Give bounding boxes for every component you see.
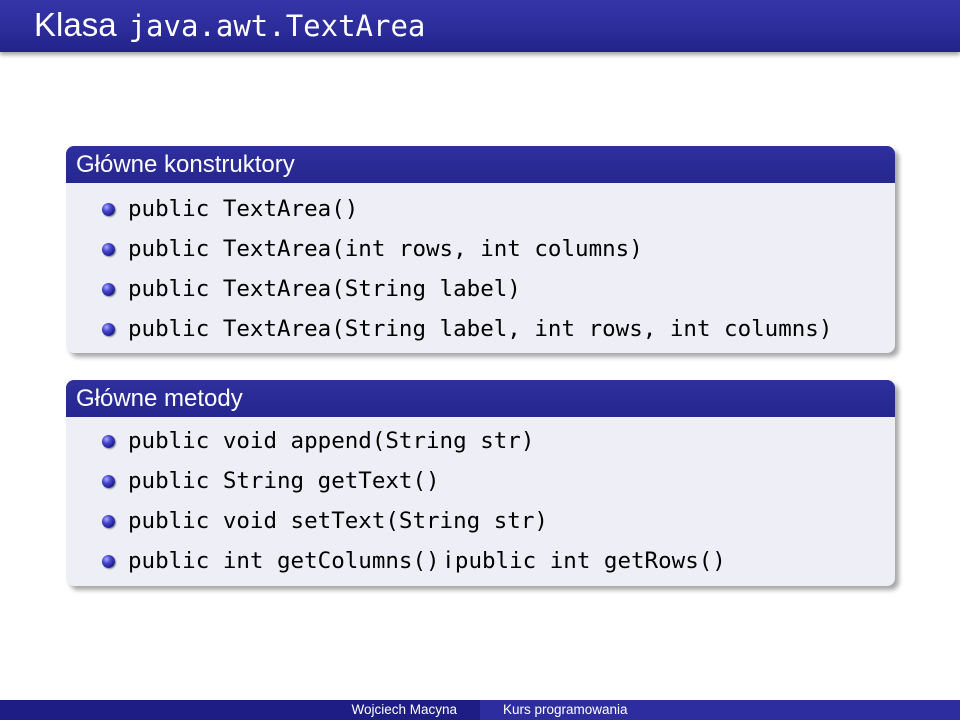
methods-header: Główne metody	[66, 380, 895, 417]
constructor-signature: public TextArea(String label, int rows, …	[128, 316, 833, 342]
list-item: public TextArea(String label, int rows, …	[66, 309, 895, 349]
title-class-name: java.awt.TextArea	[128, 9, 426, 43]
list-item: public TextArea(int rows, int columns)	[66, 229, 895, 269]
list-item: public void setText(String str)	[66, 501, 895, 541]
methods-block: Główne metody public void append(String …	[66, 380, 895, 586]
methods-list: public void append(String str) public St…	[66, 417, 895, 586]
list-item: public String getText()	[66, 461, 895, 501]
bullet-icon	[102, 323, 115, 336]
title-prefix: Klasa	[34, 6, 117, 43]
constructors-block: Główne konstruktory public TextArea() pu…	[66, 146, 895, 353]
slide-title: Klasa java.awt.TextArea	[34, 5, 425, 46]
bullet-icon	[102, 243, 115, 256]
bullet-icon	[102, 435, 115, 448]
list-item: public int getColumns() i public int getRo…	[66, 541, 895, 581]
bullet-icon	[102, 555, 115, 568]
method-signature: public int getRows()	[454, 548, 726, 574]
conjunction-text: i	[445, 547, 451, 574]
method-signature: public void setText(String str)	[128, 508, 548, 534]
method-signature: public int getColumns()	[128, 548, 440, 574]
bullet-icon	[102, 203, 115, 216]
method-signature: public void append(String str)	[128, 428, 535, 454]
list-item: public TextArea(String label)	[66, 269, 895, 309]
title-bar: Klasa java.awt.TextArea	[0, 0, 960, 52]
constructor-signature: public TextArea()	[128, 196, 359, 222]
list-item: public TextArea()	[66, 189, 895, 229]
constructors-list: public TextArea() public TextArea(int ro…	[66, 183, 895, 353]
bullet-icon	[102, 283, 115, 296]
footer-author: Wojciech Macyna	[0, 700, 480, 720]
constructor-signature: public TextArea(int rows, int columns)	[128, 236, 643, 262]
list-item: public void append(String str)	[66, 421, 895, 461]
footer-bar: Wojciech Macyna Kurs programowania	[0, 700, 960, 720]
bullet-icon	[102, 475, 115, 488]
constructor-signature: public TextArea(String label)	[128, 276, 521, 302]
bullet-icon	[102, 515, 115, 528]
constructors-header: Główne konstruktory	[66, 146, 895, 183]
method-signature: public String getText()	[128, 468, 440, 494]
footer-course: Kurs programowania	[480, 700, 960, 720]
